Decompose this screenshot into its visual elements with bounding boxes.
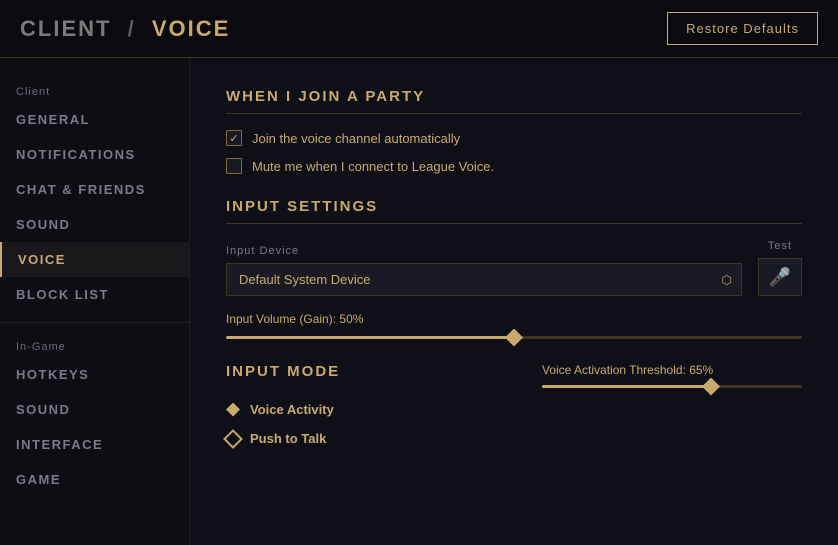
volume-slider-track[interactable] xyxy=(226,336,802,339)
sidebar-client-group: Client xyxy=(0,78,189,102)
threshold-col: Voice Activation Threshold: 65% xyxy=(542,363,802,388)
sidebar-divider xyxy=(0,322,189,323)
restore-defaults-button[interactable]: Restore Defaults xyxy=(667,12,818,45)
input-settings-section: INPUT SETTINGS Input Device Default Syst… xyxy=(226,198,802,339)
input-mode-header: INPUT MODE Voice Activation Threshold: 6… xyxy=(226,363,802,388)
client-label: CLIENT xyxy=(20,16,111,41)
test-label: Test xyxy=(768,240,792,252)
threshold-slider-track[interactable] xyxy=(542,385,802,388)
test-col: Test 🎤 xyxy=(758,240,802,296)
threshold-slider-thumb[interactable] xyxy=(702,378,720,396)
device-label: Input Device xyxy=(226,245,742,257)
radio-diamond-filled-icon xyxy=(226,403,240,417)
sidebar-item-interface[interactable]: INTERFACE xyxy=(0,427,189,462)
microphone-icon: 🎤 xyxy=(769,267,791,288)
checkbox-mute[interactable] xyxy=(226,158,242,174)
radio-row-voice-activity[interactable]: Voice Activity xyxy=(226,402,802,417)
body-layout: Client GENERAL NOTIFICATIONS CHAT & FRIE… xyxy=(0,58,838,545)
sidebar-item-hotkeys[interactable]: HOTKEYS xyxy=(0,357,189,392)
device-select[interactable]: Default System Device xyxy=(226,263,742,296)
device-select-wrapper: Default System Device ⬡ xyxy=(226,263,742,296)
party-section-heading: WHEN I JOIN A PARTY xyxy=(226,88,802,114)
main-content: WHEN I JOIN A PARTY Join the voice chann… xyxy=(190,58,838,545)
radio-diamond-empty-icon xyxy=(223,429,243,449)
test-button[interactable]: 🎤 xyxy=(758,258,802,296)
sidebar-item-sound-ig[interactable]: SOUND xyxy=(0,392,189,427)
sidebar-item-voice[interactable]: VOICE xyxy=(0,242,189,277)
volume-label: Input Volume (Gain): 50% xyxy=(226,312,802,326)
checkbox-auto-join[interactable] xyxy=(226,130,242,146)
sidebar-item-game[interactable]: GAME xyxy=(0,462,189,497)
threshold-label: Voice Activation Threshold: 65% xyxy=(542,363,802,377)
radio-voice-activity-label: Voice Activity xyxy=(250,402,334,417)
volume-slider-thumb[interactable] xyxy=(505,329,523,347)
sidebar-item-general[interactable]: GENERAL xyxy=(0,102,189,137)
device-row: Input Device Default System Device ⬡ Tes… xyxy=(226,240,802,296)
volume-row: Input Volume (Gain): 50% xyxy=(226,312,802,339)
device-input-group: Input Device Default System Device ⬡ xyxy=(226,245,742,296)
input-settings-heading: INPUT SETTINGS xyxy=(226,198,802,224)
input-mode-heading: INPUT MODE xyxy=(226,363,340,388)
voice-label: VOICE xyxy=(152,16,230,41)
sidebar-item-sound[interactable]: SOUND xyxy=(0,207,189,242)
slash-separator: / xyxy=(128,16,136,41)
sidebar: Client GENERAL NOTIFICATIONS CHAT & FRIE… xyxy=(0,58,190,545)
radio-push-to-talk-label: Push to Talk xyxy=(250,431,326,446)
page-title: CLIENT / VOICE xyxy=(20,16,230,42)
sidebar-item-block-list[interactable]: BLOCK LIST xyxy=(0,277,189,312)
checkbox-auto-join-label: Join the voice channel automatically xyxy=(252,131,460,146)
checkbox-row-auto-join[interactable]: Join the voice channel automatically xyxy=(226,130,802,146)
input-mode-section: INPUT MODE Voice Activation Threshold: 6… xyxy=(226,363,802,446)
sidebar-item-chat-friends[interactable]: CHAT & FRIENDS xyxy=(0,172,189,207)
radio-row-push-to-talk[interactable]: Push to Talk xyxy=(226,431,802,446)
sidebar-item-notifications[interactable]: NOTIFICATIONS xyxy=(0,137,189,172)
checkbox-row-mute[interactable]: Mute me when I connect to League Voice. xyxy=(226,158,802,174)
sidebar-ingame-group: In-Game xyxy=(0,333,189,357)
checkbox-mute-label: Mute me when I connect to League Voice. xyxy=(252,159,494,174)
header: CLIENT / VOICE Restore Defaults xyxy=(0,0,838,58)
